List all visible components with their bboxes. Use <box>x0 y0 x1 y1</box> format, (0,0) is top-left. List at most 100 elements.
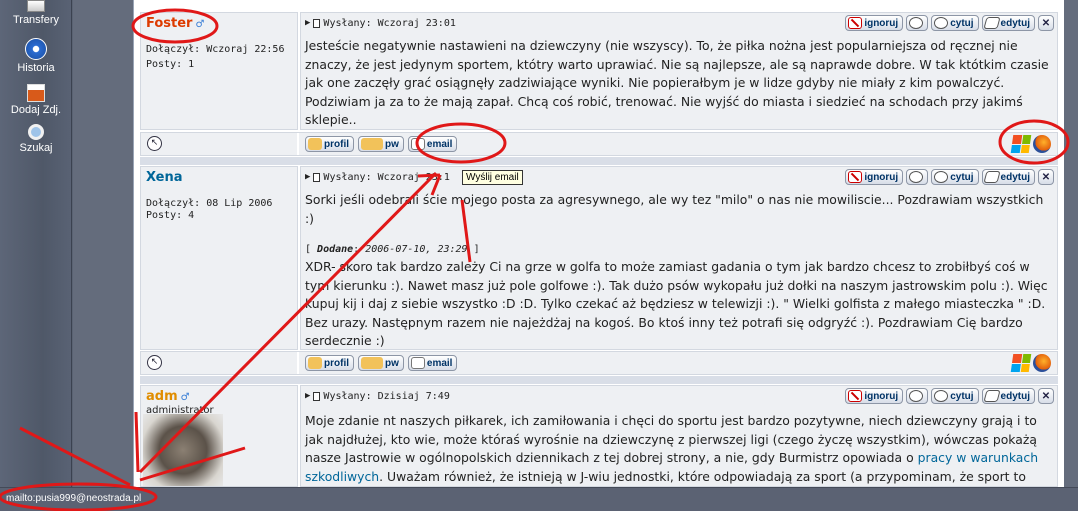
edit-button[interactable]: edytuj <box>981 15 1035 31</box>
quote-bubble-button[interactable] <box>906 169 929 185</box>
post-separator <box>140 157 1058 165</box>
transfer-icon <box>27 0 45 12</box>
post-footer: ↖ profil pw email <box>140 132 1058 156</box>
email-button[interactable]: email <box>407 136 458 152</box>
pm-button[interactable]: pw <box>358 355 404 371</box>
post-body: Sorki jeśli odebrali ście mojego posta z… <box>305 192 1044 226</box>
pm-icon <box>361 138 383 150</box>
quote-button[interactable]: cytuj <box>931 388 979 404</box>
envelope-icon <box>410 357 425 369</box>
post-date: Wysłany: Dzisiaj 7:49 <box>323 390 450 402</box>
ignore-button[interactable]: ignoruj <box>845 15 904 31</box>
author-name[interactable]: Foster ♂ <box>146 16 204 31</box>
post-footer: ↖ profil pw email <box>140 351 1058 375</box>
sidebar-item-transfery[interactable]: Transfery <box>0 0 72 26</box>
profile-button[interactable]: profil <box>305 136 354 152</box>
post-doc-icon[interactable] <box>313 172 321 182</box>
post-arrow-icon: ▶ <box>305 18 311 28</box>
post-toolbar: ignoruj cytuj edytuj ✕ <box>845 169 1054 185</box>
post-xena: Xena Dołączył: 08 Lip 2006 Posty: 4 ▶ Wys… <box>140 166 1058 350</box>
sidebar-item-label: Historia <box>17 62 55 74</box>
sidebar-item-label: Dodaj Zdj. <box>10 104 62 116</box>
add-photo-icon <box>27 84 45 102</box>
post-body-continued: XDR- skoro tak bardzo zależy Ci na grze … <box>305 259 1048 348</box>
ignore-button[interactable]: ignoruj <box>845 388 904 404</box>
ignore-icon <box>848 390 863 402</box>
right-margin <box>1064 0 1078 487</box>
author-posts: Posty: 4 <box>146 210 195 221</box>
search-icon <box>28 124 44 140</box>
quote-bubble-button[interactable] <box>906 15 929 31</box>
sidebar-item-szukaj[interactable]: Szukaj <box>0 124 72 154</box>
speech-bubble-icon <box>909 17 924 29</box>
post-header: ▶ Wysłany: Wczoraj 23:1 <box>305 169 450 185</box>
post-separator <box>140 376 1058 384</box>
post-date: Wysłany: Wczoraj 23:01 <box>323 17 456 29</box>
status-bar: mailto:pusia999@neostrada.pl <box>0 487 1078 511</box>
sidebar-item-dodaj-zdj[interactable]: Dodaj Zdj. <box>0 84 72 116</box>
quote-icon <box>934 171 949 183</box>
post-author-panel: Xena Dołączył: 08 Lip 2006 Posty: 4 <box>140 166 298 350</box>
delete-button[interactable]: ✕ <box>1038 169 1054 185</box>
edit-icon <box>982 17 1001 29</box>
windows-icon <box>1010 354 1032 372</box>
post-toolbar: ignoruj cytuj edytuj ✕ <box>845 388 1054 404</box>
quote-button[interactable]: cytuj <box>931 169 979 185</box>
back-to-top-icon[interactable]: ↖ <box>147 136 162 151</box>
sidebar-item-label: Transfery <box>12 14 60 26</box>
quote-icon <box>934 390 949 402</box>
male-icon: ♂ <box>195 19 205 30</box>
quote-bubble-button[interactable] <box>906 388 929 404</box>
author-posts: Posty: 1 <box>146 59 195 70</box>
author-name[interactable]: adm ♂ <box>146 389 190 404</box>
post-foster: Foster ♂ Dołączył: Wczoraj 22:56 Posty: 1… <box>140 12 1058 130</box>
speech-bubble-icon <box>909 171 924 183</box>
email-button[interactable]: email <box>407 355 458 371</box>
envelope-icon <box>410 138 425 150</box>
post-doc-icon[interactable] <box>313 18 321 28</box>
profile-icon <box>308 138 322 150</box>
os-browser-icons <box>1010 135 1051 153</box>
post-edit-note: [ Dodane: 2006-07-10, 23:29 ] <box>305 244 480 255</box>
pm-button[interactable]: pw <box>358 136 404 152</box>
post-header: ▶ Wysłany: Wczoraj 23:01 <box>305 15 456 31</box>
male-icon: ♂ <box>180 392 190 403</box>
ignore-button[interactable]: ignoruj <box>845 169 904 185</box>
delete-button[interactable]: ✕ <box>1038 15 1054 31</box>
pm-icon <box>361 357 383 369</box>
profile-icon <box>308 357 322 369</box>
speech-bubble-icon <box>909 390 924 402</box>
edit-icon <box>982 171 1001 183</box>
author-name[interactable]: Xena <box>146 170 183 185</box>
post-date: Wysłany: Wczoraj 23:1 <box>323 171 450 183</box>
post-toolbar: ignoruj cytuj edytuj ✕ <box>845 15 1054 31</box>
edit-button[interactable]: edytuj <box>981 388 1035 404</box>
post-body: Moje zdanie nt naszych piłkarek, ich zam… <box>305 413 1039 484</box>
firefox-icon <box>1033 135 1051 153</box>
post-header: ▶ Wysłany: Dzisiaj 7:49 <box>305 388 450 404</box>
post-author-panel: Foster ♂ Dołączył: Wczoraj 22:56 Posty: 1 <box>140 12 298 130</box>
history-clock-icon <box>25 38 47 60</box>
status-bar-text: mailto:pusia999@neostrada.pl <box>6 493 142 504</box>
sidebar-item-historia[interactable]: Historia <box>0 38 72 74</box>
ignore-icon <box>848 17 863 29</box>
delete-button[interactable]: ✕ <box>1038 388 1054 404</box>
sidebar: Transfery Historia Dodaj Zdj. Szukaj <box>0 0 72 487</box>
profile-button[interactable]: profil <box>305 355 354 371</box>
quote-button[interactable]: cytuj <box>931 15 979 31</box>
post-content: ▶ Wysłany: Dzisiaj 7:49 ignoruj cytuj edy… <box>300 385 1058 487</box>
sidebar-item-label: Szukaj <box>19 142 53 154</box>
edit-icon <box>982 390 1001 402</box>
post-content: ▶ Wysłany: Wczoraj 23:1 ignoruj cytuj edy… <box>300 166 1058 350</box>
email-tooltip: Wyślij email <box>462 170 523 185</box>
post-doc-icon[interactable] <box>313 391 321 401</box>
post-content: ▶ Wysłany: Wczoraj 23:01 ignoruj cytuj ed… <box>300 12 1058 130</box>
quote-icon <box>934 17 949 29</box>
windows-icon <box>1010 135 1032 153</box>
back-to-top-icon[interactable]: ↖ <box>147 355 162 370</box>
post-arrow-icon: ▶ <box>305 172 311 182</box>
forum-thread: Foster ♂ Dołączył: Wczoraj 22:56 Posty: 1… <box>133 0 1064 487</box>
edit-button[interactable]: edytuj <box>981 169 1035 185</box>
os-browser-icons <box>1010 354 1051 372</box>
post-body: Jesteście negatywnie nastawieni na dziew… <box>305 38 1049 127</box>
